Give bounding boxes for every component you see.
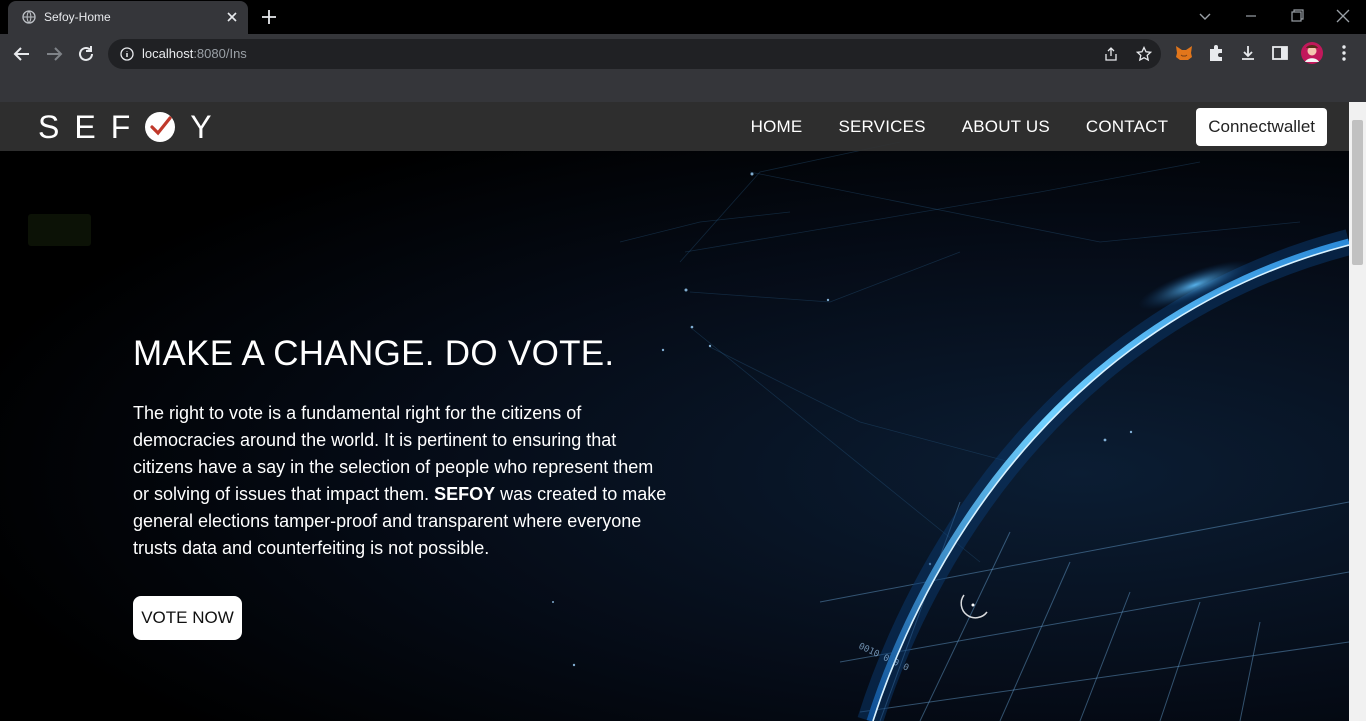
- hero-section: MAKE A CHANGE. DO VOTE. The right to vot…: [133, 334, 673, 562]
- browser-tabstrip: Sefoy-Home: [0, 0, 1366, 34]
- logo-text-left: SEF: [38, 108, 146, 145]
- share-icon[interactable]: [1103, 46, 1119, 62]
- hero-description: The right to vote is a fundamental right…: [133, 400, 673, 562]
- bookmark-star-icon[interactable]: [1136, 46, 1152, 62]
- nav-links: HOME SERVICES ABOUT US CONTACT Connectwa…: [751, 108, 1327, 146]
- browser-tab[interactable]: Sefoy-Home: [8, 1, 248, 34]
- profile-avatar[interactable]: [1301, 42, 1323, 64]
- vote-now-button[interactable]: VOTE NOW: [133, 596, 242, 640]
- metamask-fox-icon[interactable]: [1174, 43, 1194, 63]
- hero-title: MAKE A CHANGE. DO VOTE.: [133, 334, 615, 373]
- nav-home[interactable]: HOME: [751, 117, 803, 137]
- checkmark-logo-icon: [145, 112, 176, 142]
- back-icon[interactable]: [11, 43, 33, 65]
- page-viewport: 0010 0 0 0 SEF Y HOME SERVICES ABOUT US …: [0, 102, 1349, 721]
- connect-wallet-button[interactable]: Connectwallet: [1196, 108, 1327, 146]
- sefoy-logo[interactable]: SEF Y: [38, 108, 227, 145]
- tab-title: Sefoy-Home: [44, 10, 111, 24]
- reload-icon[interactable]: [75, 43, 97, 65]
- extensions-puzzle-icon[interactable]: [1206, 43, 1226, 63]
- tab-search-icon[interactable]: [1194, 6, 1216, 26]
- restore-icon[interactable]: [1286, 6, 1308, 26]
- nav-services[interactable]: SERVICES: [838, 117, 925, 137]
- url-host: localhost: [142, 46, 194, 61]
- page-scrollbar[interactable]: [1349, 102, 1366, 721]
- site-info-icon[interactable]: [120, 47, 134, 61]
- nav-about-us[interactable]: ABOUT US: [962, 117, 1050, 137]
- side-panel-icon[interactable]: [1270, 43, 1290, 63]
- url-text: localhost:8080/Ins: [142, 46, 247, 61]
- minimize-icon[interactable]: [1240, 6, 1262, 26]
- hero-brand-bold: SEFOY: [434, 484, 496, 504]
- close-window-icon[interactable]: [1332, 6, 1354, 26]
- scrollbar-thumb[interactable]: [1352, 120, 1363, 265]
- forward-icon[interactable]: [43, 43, 65, 65]
- close-tab-icon[interactable]: [224, 9, 240, 25]
- url-path: :8080/Ins: [193, 46, 247, 61]
- download-icon[interactable]: [1238, 43, 1258, 63]
- logo-text-right: Y: [190, 108, 227, 145]
- nav-contact[interactable]: CONTACT: [1086, 117, 1168, 137]
- menu-kebab-icon[interactable]: [1334, 43, 1354, 63]
- faded-badge: [28, 214, 91, 246]
- site-navbar: SEF Y HOME SERVICES ABOUT US CONTACT Con…: [0, 102, 1349, 151]
- new-tab-icon[interactable]: [260, 8, 278, 26]
- address-bar[interactable]: localhost:8080/Ins: [108, 39, 1161, 69]
- browser-toolbar: localhost:8080/Ins: [0, 34, 1366, 102]
- globe-icon: [22, 10, 36, 24]
